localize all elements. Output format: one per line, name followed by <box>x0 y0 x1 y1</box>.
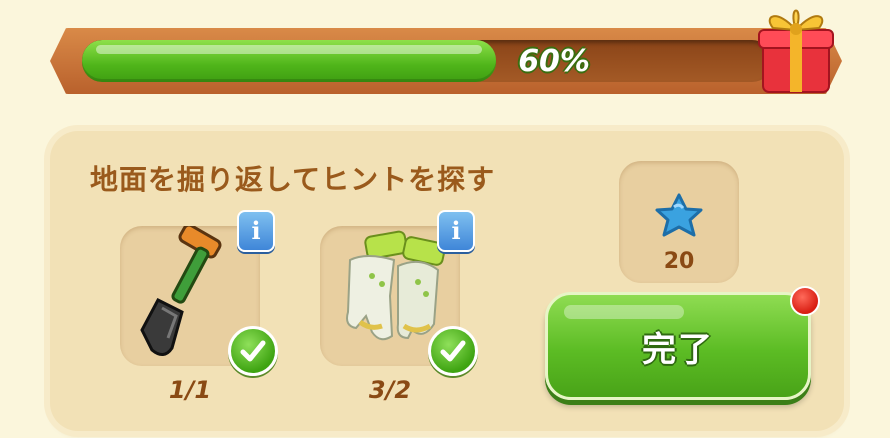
info-icon[interactable]: i <box>237 210 275 252</box>
complete-button[interactable]: 完了 <box>545 292 811 400</box>
check-icon <box>228 326 278 376</box>
progress-percent: 60% <box>518 44 590 79</box>
check-icon <box>428 326 478 376</box>
reward-amount: 20 <box>663 249 695 274</box>
item-count: 3/2 <box>368 376 412 404</box>
gift-box-icon[interactable] <box>757 2 835 94</box>
notification-dot <box>790 286 820 316</box>
item-count: 1/1 <box>168 376 212 404</box>
info-icon[interactable]: i <box>437 210 475 252</box>
complete-button-label: 完了 <box>642 329 714 370</box>
task-title: 地面を掘り返してヒントを探す <box>90 163 496 196</box>
blue-star-icon <box>655 193 703 237</box>
